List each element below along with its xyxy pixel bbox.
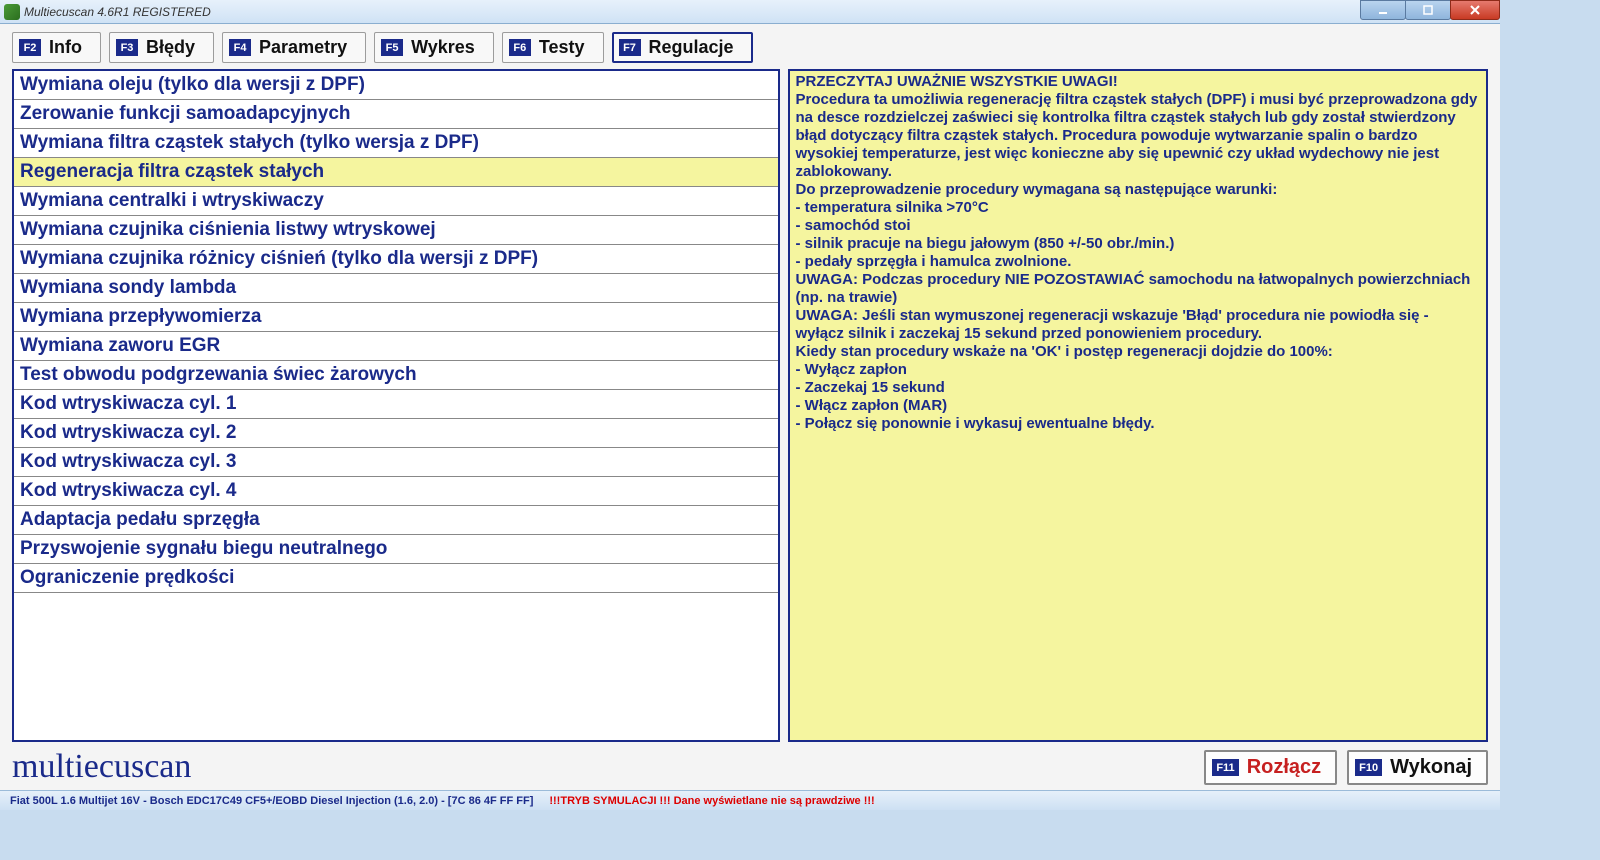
disconnect-label: Rozłącz	[1247, 756, 1321, 779]
window-titlebar: Multiecuscan 4.6R1 REGISTERED	[0, 0, 1500, 24]
list-item[interactable]: Regeneracja filtra cząstek stałych	[14, 158, 778, 187]
fkey-badge: F11	[1212, 759, 1238, 776]
status-bar: Fiat 500L 1.6 Multijet 16V - Bosch EDC17…	[0, 790, 1500, 810]
execute-label: Wykonaj	[1390, 756, 1472, 779]
tab-label: Wykres	[411, 37, 475, 58]
tab-label: Info	[49, 37, 82, 58]
execute-button[interactable]: F10 Wykonaj	[1347, 750, 1488, 785]
list-item[interactable]: Kod wtryskiwacza cyl. 1	[14, 390, 778, 419]
list-item[interactable]: Wymiana przepływomierza	[14, 303, 778, 332]
window-maximize-button[interactable]	[1405, 0, 1451, 20]
tab-label: Błędy	[146, 37, 195, 58]
tab-label: Regulacje	[649, 37, 734, 58]
list-item[interactable]: Wymiana czujnika różnicy ciśnień (tylko …	[14, 245, 778, 274]
fkey-badge: F10	[1355, 759, 1382, 776]
list-item[interactable]: Kod wtryskiwacza cyl. 3	[14, 448, 778, 477]
window-close-button[interactable]	[1450, 0, 1500, 20]
tab-label: Testy	[539, 37, 585, 58]
tab-bar: F2InfoF3BłędyF4ParametryF5WykresF6TestyF…	[0, 24, 1500, 69]
list-item[interactable]: Wymiana czujnika ciśnienia listwy wtrysk…	[14, 216, 778, 245]
fkey-badge: F6	[509, 39, 531, 56]
tab-błędy[interactable]: F3 Błędy	[109, 32, 214, 63]
fkey-badge: F4	[229, 39, 251, 56]
adjustments-list[interactable]: Wymiana oleju (tylko dla wersji z DPF)Ze…	[12, 69, 780, 742]
fkey-badge: F7	[619, 39, 641, 56]
tab-label: Parametry	[259, 37, 347, 58]
list-item[interactable]: Wymiana zaworu EGR	[14, 332, 778, 361]
list-item[interactable]: Kod wtryskiwacza cyl. 2	[14, 419, 778, 448]
list-item[interactable]: Wymiana filtra cząstek stałych (tylko we…	[14, 129, 778, 158]
bottom-bar: multiecuscan F11 Rozłącz F10 Wykonaj	[0, 746, 1500, 790]
status-vehicle: Fiat 500L 1.6 Multijet 16V - Bosch EDC17…	[10, 795, 533, 807]
list-item[interactable]: Adaptacja pedału sprzęgła	[14, 506, 778, 535]
list-item[interactable]: Wymiana oleju (tylko dla wersji z DPF)	[14, 71, 778, 100]
fkey-badge: F5	[381, 39, 403, 56]
tab-info[interactable]: F2 Info	[12, 32, 101, 63]
list-item[interactable]: Wymiana centralki i wtryskiwaczy	[14, 187, 778, 216]
app-icon	[4, 4, 20, 20]
tab-testy[interactable]: F6 Testy	[502, 32, 604, 63]
tab-regulacje[interactable]: F7 Regulacje	[612, 32, 753, 63]
fkey-badge: F3	[116, 39, 138, 56]
list-item[interactable]: Wymiana sondy lambda	[14, 274, 778, 303]
status-simulation: !!!TRYB SYMULACJI !!! Dane wyświetlane n…	[549, 795, 874, 807]
fkey-badge: F2	[19, 39, 41, 56]
window-title: Multiecuscan 4.6R1 REGISTERED	[24, 5, 211, 19]
window-minimize-button[interactable]	[1360, 0, 1406, 20]
list-item[interactable]: Zerowanie funkcji samoadapcyjnych	[14, 100, 778, 129]
description-panel[interactable]: PRZECZYTAJ UWAŻNIE WSZYSTKIE UWAGI! Proc…	[788, 69, 1488, 742]
list-item[interactable]: Test obwodu podgrzewania świec żarowych	[14, 361, 778, 390]
list-item[interactable]: Ograniczenie prędkości	[14, 564, 778, 593]
list-item[interactable]: Kod wtryskiwacza cyl. 4	[14, 477, 778, 506]
brand-logo: multiecuscan	[12, 748, 191, 786]
disconnect-button[interactable]: F11 Rozłącz	[1204, 750, 1337, 785]
tab-parametry[interactable]: F4 Parametry	[222, 32, 366, 63]
list-item[interactable]: Przyswojenie sygnału biegu neutralnego	[14, 535, 778, 564]
description-text: PRZECZYTAJ UWAŻNIE WSZYSTKIE UWAGI! Proc…	[796, 73, 1480, 433]
tab-wykres[interactable]: F5 Wykres	[374, 32, 494, 63]
